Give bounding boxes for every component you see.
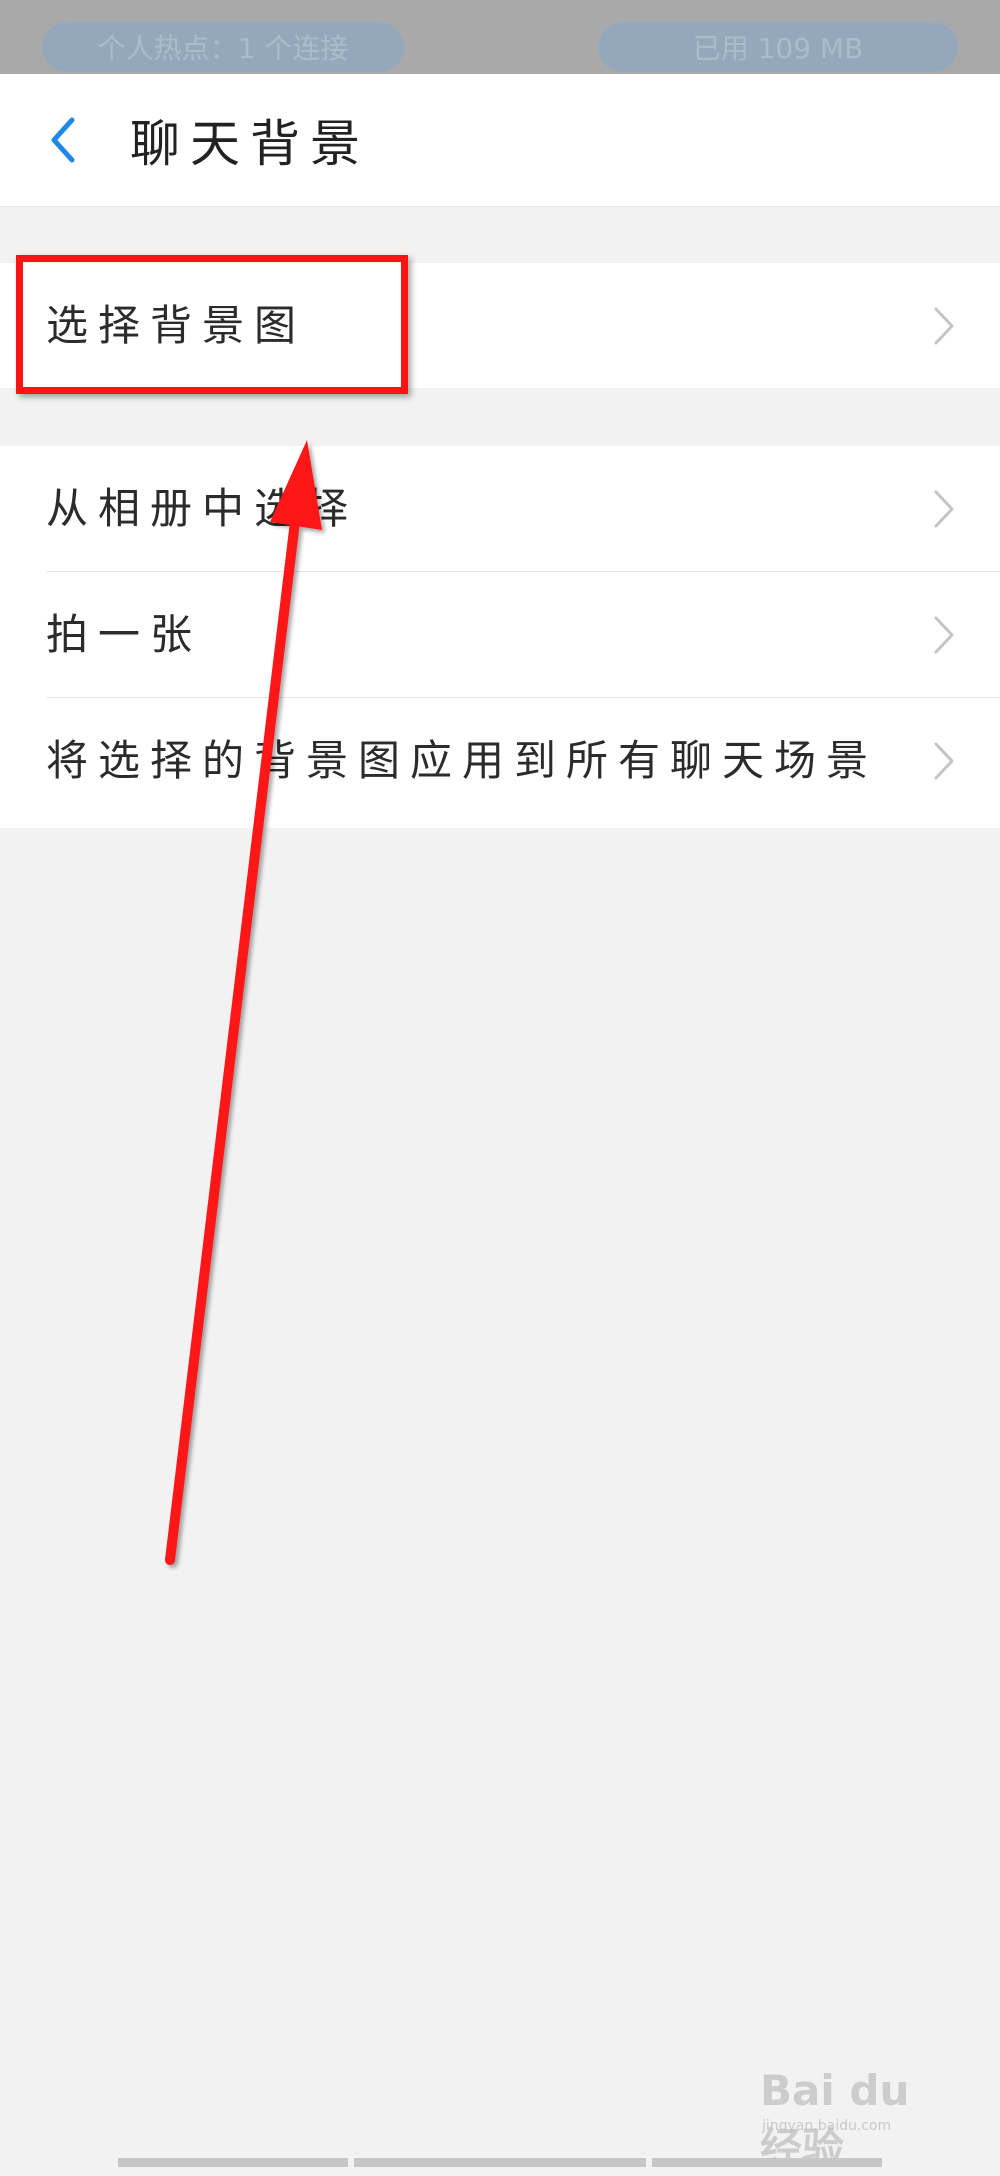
- list-item-apply-all[interactable]: 将选择的背景图应用到所有聊天场景: [0, 698, 1000, 824]
- chevron-right-icon: [934, 616, 954, 654]
- background-options-group: 从相册中选择 拍一张 将选择的背景图应用到所有聊天场景: [0, 446, 1000, 828]
- select-background-row[interactable]: 选择背景图: [0, 263, 1000, 389]
- list-item-label: 从相册中选择: [46, 484, 359, 533]
- list-item-take-photo[interactable]: 拍一张: [0, 572, 1000, 698]
- data-usage-status: 已用 109 MB: [598, 22, 958, 72]
- list-item-label: 拍一张: [46, 610, 203, 659]
- list-item-album[interactable]: 从相册中选择: [0, 446, 1000, 572]
- select-background-group: 选择背景图: [0, 263, 1000, 388]
- baidu-watermark: Bai du 经验 jingyan.baidu.com: [760, 2060, 960, 2173]
- chevron-right-icon: [934, 742, 954, 780]
- chevron-right-icon: [934, 490, 954, 528]
- list-item-label: 将选择的背景图应用到所有聊天场景: [46, 736, 879, 785]
- chevron-left-icon: [51, 117, 75, 163]
- select-background-label: 选择背景图: [46, 301, 307, 350]
- hotspot-status: 个人热点：1 个连接: [42, 22, 404, 72]
- header: 聊天背景: [0, 74, 1000, 207]
- bottom-bar: [0, 2158, 1000, 2167]
- page-title: 聊天背景: [130, 115, 370, 173]
- chevron-right-icon: [934, 307, 954, 345]
- status-bar: 个人热点：1 个连接 已用 109 MB: [0, 0, 1000, 74]
- back-button[interactable]: [44, 110, 84, 170]
- watermark-url: jingyan.baidu.com: [762, 2118, 892, 2134]
